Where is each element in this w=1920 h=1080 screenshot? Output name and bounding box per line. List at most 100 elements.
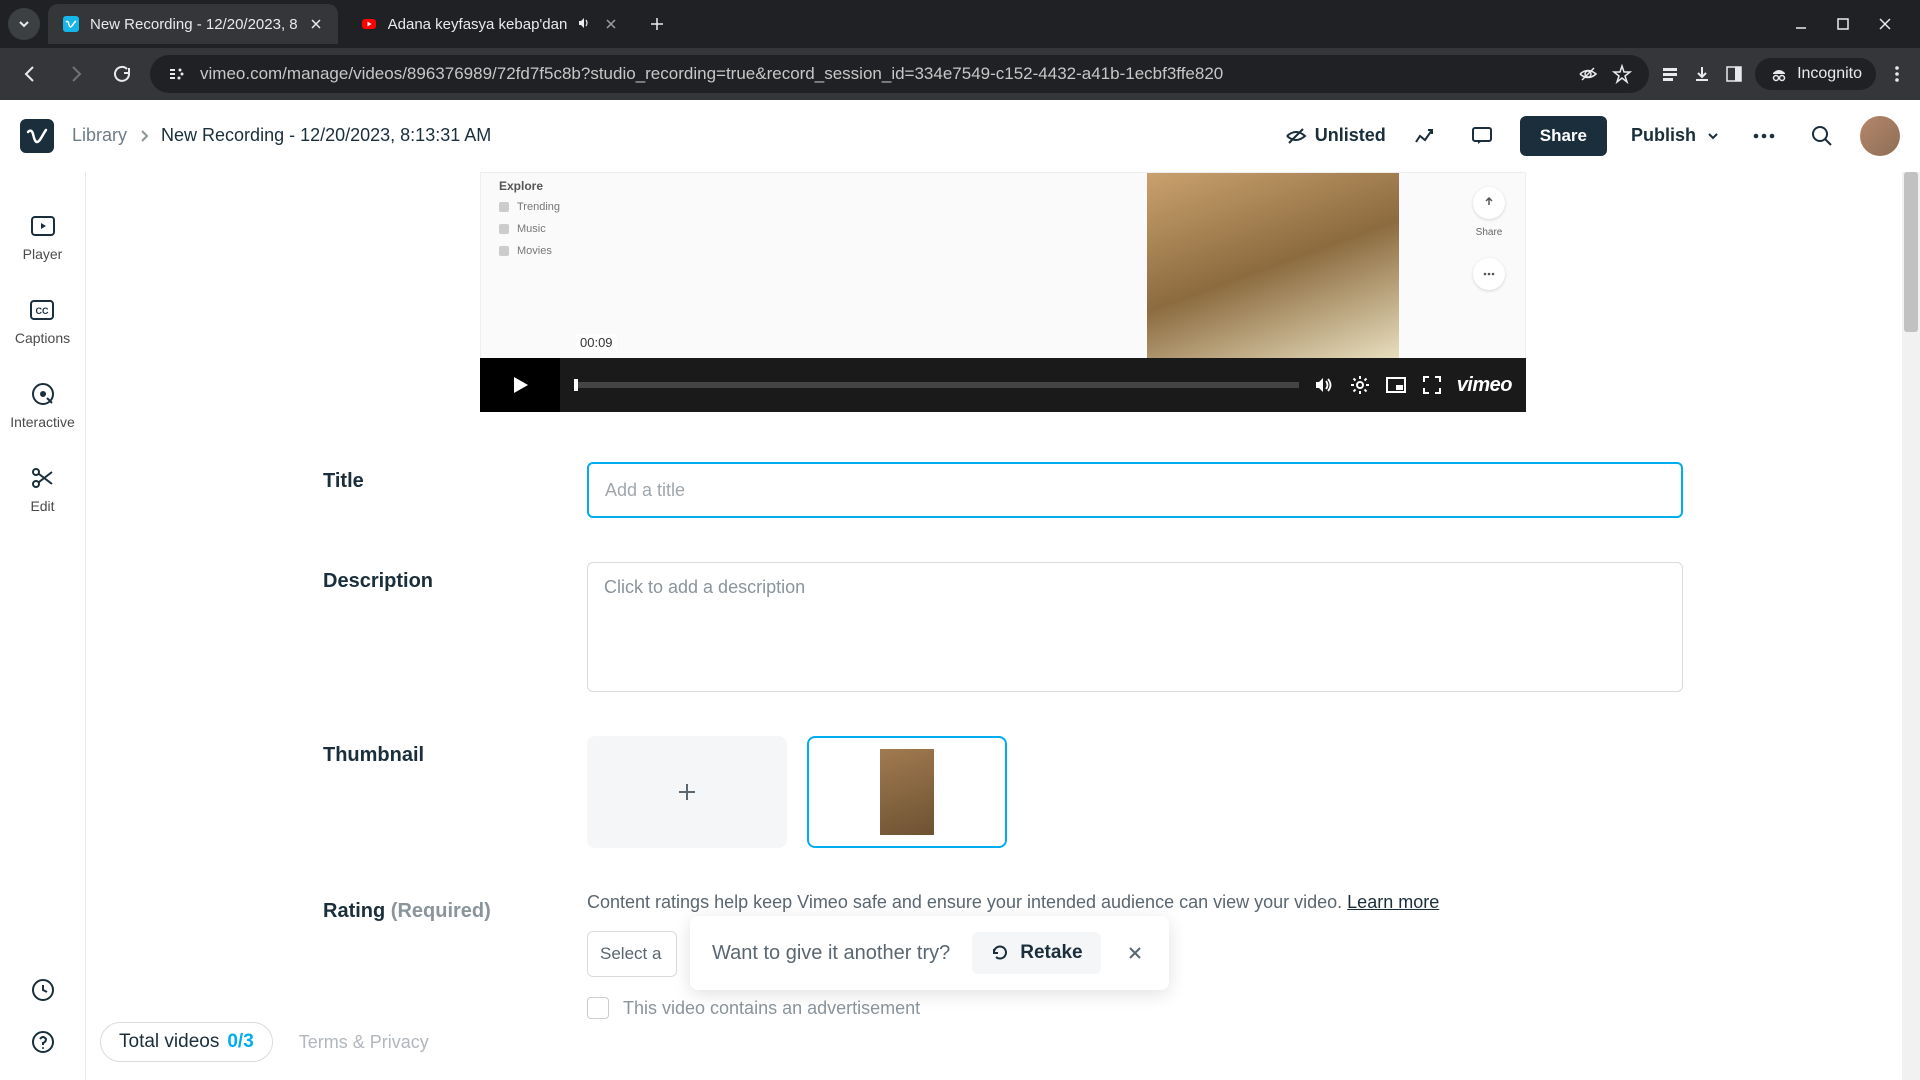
url-box[interactable]: vimeo.com/manage/videos/896376989/72fd7f…: [150, 55, 1649, 93]
search-button[interactable]: [1802, 116, 1842, 156]
thumbnail-preview-image: [880, 749, 934, 835]
privacy-toggle[interactable]: Unlisted: [1285, 125, 1386, 147]
tab-title: New Recording - 12/20/2023, 8: [90, 16, 298, 33]
retake-toast: Want to give it another try? Retake: [690, 916, 1169, 990]
play-icon: [508, 373, 532, 397]
window-minimize-button[interactable]: [1794, 17, 1808, 31]
toast-close-button[interactable]: [1123, 941, 1147, 965]
analytics-button[interactable]: [1404, 116, 1444, 156]
title-input[interactable]: [587, 462, 1683, 518]
browser-tab[interactable]: Adana keyfasya kebap'dan: [346, 4, 634, 44]
more-menu-button[interactable]: [1744, 116, 1784, 156]
audio-playing-icon[interactable]: [577, 16, 593, 32]
vimeo-watermark[interactable]: vimeo: [1457, 374, 1512, 397]
volume-icon: [1313, 374, 1335, 396]
incognito-icon: [1769, 64, 1789, 84]
publish-label: Publish: [1631, 125, 1696, 146]
rail-item-player[interactable]: Player: [23, 212, 63, 262]
breadcrumb-current: New Recording - 12/20/2023, 8:13:31 AM: [161, 125, 491, 146]
vimeo-favicon-icon: [62, 15, 80, 33]
address-bar: vimeo.com/manage/videos/896376989/72fd7f…: [0, 48, 1920, 100]
tab-close-button[interactable]: [308, 16, 324, 32]
browser-tab-active[interactable]: New Recording - 12/20/2023, 8: [48, 4, 338, 44]
rail-item-edit[interactable]: Edit: [29, 464, 57, 514]
media-control-icon[interactable]: [1659, 63, 1681, 85]
user-avatar[interactable]: [1860, 116, 1900, 156]
learn-more-link[interactable]: Learn more: [1347, 892, 1439, 912]
rating-help-text: Content ratings help keep Vimeo safe and…: [587, 892, 1439, 912]
site-settings-icon[interactable]: [166, 63, 188, 85]
description-input[interactable]: Click to add a description: [587, 562, 1683, 692]
rail-item-interactive[interactable]: Interactive: [10, 380, 75, 430]
bookmark-star-icon[interactable]: [1611, 63, 1633, 85]
youtube-favicon-icon: [360, 15, 378, 33]
nav-reload-button[interactable]: [104, 56, 140, 92]
left-rail: Player CC Captions Interactive Edit: [0, 172, 86, 1080]
pip-icon: [1385, 374, 1407, 396]
bottom-bar: Total videos 0/3 Terms & Privacy: [100, 1022, 429, 1062]
toast-message: Want to give it another try?: [712, 942, 950, 965]
close-icon: [1127, 945, 1143, 961]
thumbnail-add-button[interactable]: [587, 736, 787, 848]
clock-icon: [29, 976, 57, 1004]
player-icon: [29, 212, 57, 240]
title-label: Title: [323, 462, 587, 518]
pip-button[interactable]: [1385, 374, 1407, 396]
captions-icon: CC: [28, 296, 56, 324]
plus-icon: [675, 780, 699, 804]
scrollbar-thumb[interactable]: [1904, 172, 1918, 332]
scrollbar-track[interactable]: [1902, 172, 1920, 1080]
rail-item-captions[interactable]: CC Captions: [15, 296, 70, 346]
recorded-ui-preview: Explore Trending Music Movies: [499, 179, 560, 267]
thumbnail-label: Thumbnail: [323, 736, 587, 848]
fullscreen-icon: [1421, 374, 1443, 396]
breadcrumb-library-link[interactable]: Library: [72, 125, 127, 146]
tab-title: Adana keyfasya kebap'dan: [388, 16, 568, 33]
rail-label: Captions: [15, 330, 70, 346]
rail-item-help[interactable]: [29, 1028, 57, 1056]
browser-menu-button[interactable]: [1886, 63, 1908, 85]
rating-select[interactable]: Select a: [587, 931, 677, 977]
total-videos-pill[interactable]: Total videos 0/3: [100, 1022, 273, 1062]
progress-bar[interactable]: [574, 382, 1299, 388]
advertisement-checkbox[interactable]: [587, 997, 609, 1019]
side-panel-icon[interactable]: [1723, 63, 1745, 85]
share-button[interactable]: Share: [1520, 116, 1607, 156]
more-action-icon: [1473, 258, 1505, 290]
window-maximize-button[interactable]: [1836, 17, 1850, 31]
eye-hidden-icon[interactable]: [1577, 63, 1599, 85]
advertisement-label: This video contains an advertisement: [623, 998, 920, 1019]
nav-back-button[interactable]: [12, 56, 48, 92]
incognito-indicator[interactable]: Incognito: [1755, 58, 1876, 90]
comments-button[interactable]: [1462, 116, 1502, 156]
timecode: 00:09: [576, 334, 617, 351]
rail-label: Player: [23, 246, 63, 262]
play-button[interactable]: [480, 358, 560, 412]
help-icon: [29, 1028, 57, 1056]
incognito-label: Incognito: [1797, 65, 1862, 83]
window-close-button[interactable]: [1878, 17, 1892, 31]
search-icon: [1810, 124, 1834, 148]
tab-close-button[interactable]: [603, 16, 619, 32]
rating-label: Rating: [323, 900, 385, 922]
settings-button[interactable]: [1349, 374, 1371, 396]
preview-actions: Share: [1473, 187, 1505, 292]
rail-item-activity[interactable]: [29, 976, 57, 1004]
tab-search-button[interactable]: [8, 8, 40, 40]
terms-privacy-link[interactable]: Terms & Privacy: [299, 1032, 429, 1053]
retake-label: Retake: [1020, 942, 1082, 964]
vimeo-logo-icon[interactable]: [20, 119, 54, 153]
publish-button[interactable]: Publish: [1625, 117, 1726, 154]
more-horizontal-icon: [1752, 133, 1776, 139]
video-canvas[interactable]: Explore Trending Music Movies Share: [480, 172, 1526, 358]
downloads-icon[interactable]: [1691, 63, 1713, 85]
video-player: Explore Trending Music Movies Share 00:0…: [480, 172, 1526, 412]
scissors-icon: [29, 464, 57, 492]
new-tab-button[interactable]: [641, 8, 673, 40]
nav-forward-button[interactable]: [58, 56, 94, 92]
retake-button[interactable]: Retake: [972, 932, 1100, 974]
description-label: Description: [323, 562, 587, 692]
volume-button[interactable]: [1313, 374, 1335, 396]
thumbnail-selected[interactable]: [807, 736, 1007, 848]
fullscreen-button[interactable]: [1421, 374, 1443, 396]
